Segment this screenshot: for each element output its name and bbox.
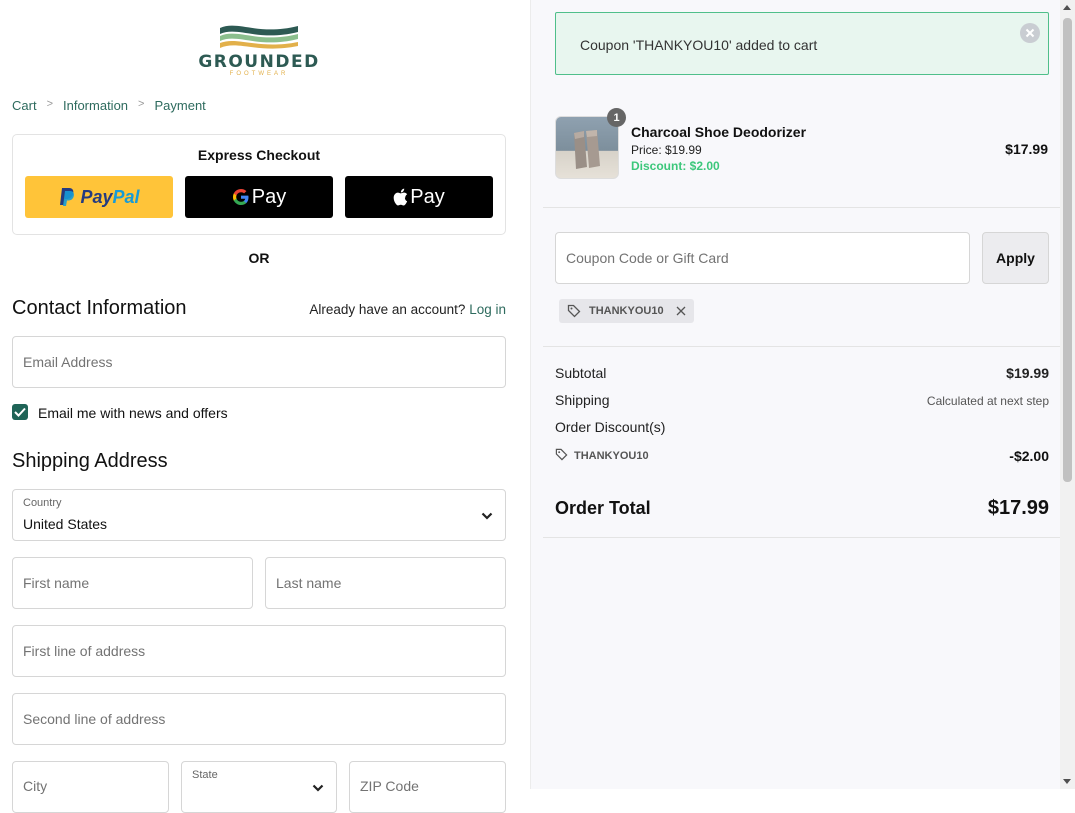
product-image — [574, 130, 600, 169]
scroll-down-arrow-icon[interactable] — [1063, 779, 1071, 784]
checkout-form-panel: GROUNDED FOOTWEAR Cart > Information > P… — [0, 0, 530, 813]
coupon-field[interactable] — [555, 232, 970, 284]
state-select[interactable]: State — [181, 761, 337, 813]
express-checkout-box: Express Checkout PayPal Pay Pay — [12, 134, 506, 235]
country-select[interactable]: Country United States — [12, 489, 506, 541]
last-name-field[interactable] — [265, 557, 506, 609]
zip-field[interactable] — [349, 761, 506, 813]
tag-icon — [555, 448, 568, 461]
divider — [543, 537, 1061, 538]
paypal-label-pay: Pay — [80, 186, 113, 207]
coupon-input[interactable] — [556, 233, 969, 283]
or-divider-label: OR — [248, 250, 270, 266]
breadcrumb-cart[interactable]: Cart — [12, 98, 37, 113]
order-total-label: Order Total — [555, 498, 651, 518]
subtotal-label: Subtotal — [555, 365, 607, 381]
chevron-down-icon — [312, 784, 324, 792]
product-discount: Discount: $2.00 — [631, 159, 720, 173]
google-pay-label: Pay — [251, 185, 287, 208]
brand-name: GROUNDED — [198, 52, 320, 72]
discount-code-row: THANKYOU10 -$2.00 — [555, 448, 1049, 464]
coupon-toast: Coupon 'THANKYOU10' added to cart — [555, 12, 1049, 75]
breadcrumb-payment[interactable]: Payment — [154, 98, 205, 113]
address-line1-input[interactable] — [13, 626, 505, 676]
breadcrumb-separator-icon: > — [138, 98, 145, 110]
paypal-button[interactable]: PayPal — [25, 176, 173, 218]
google-g-icon — [232, 189, 249, 205]
toast-close-button[interactable] — [1020, 23, 1040, 43]
remove-coupon-icon[interactable] — [676, 306, 686, 316]
first-name-field[interactable] — [12, 557, 253, 609]
order-discounts-row: Order Discount(s) — [555, 419, 1049, 435]
product-thumbnail — [555, 116, 619, 179]
paypal-label-pal: Pal — [112, 186, 140, 207]
page-scrollbar[interactable] — [1060, 0, 1075, 789]
shipping-row: Shipping Calculated at next step — [555, 392, 1049, 408]
login-link[interactable]: Log in — [469, 302, 506, 317]
shipping-label: Shipping — [555, 392, 610, 408]
product-line-total: $17.99 — [1005, 141, 1048, 157]
city-field[interactable] — [12, 761, 169, 813]
toast-message: Coupon 'THANKYOU10' added to cart — [580, 37, 818, 53]
newsletter-label[interactable]: Email me with news and offers — [38, 405, 228, 421]
breadcrumb: Cart > Information > Payment — [12, 98, 206, 113]
divider — [543, 207, 1061, 208]
apply-coupon-button[interactable]: Apply — [982, 232, 1049, 284]
apple-pay-label: Pay — [410, 185, 445, 208]
address-line1-field[interactable] — [12, 625, 506, 677]
logo-waves-icon — [220, 25, 298, 49]
brand-logo[interactable]: GROUNDED FOOTWEAR — [198, 22, 320, 84]
newsletter-checkbox[interactable] — [12, 404, 28, 420]
applied-coupon-tag: THANKYOU10 — [559, 299, 694, 323]
order-total-value: $17.99 — [987, 497, 1049, 519]
paypal-icon — [60, 188, 75, 206]
account-prompt-text: Already have an account? — [309, 302, 466, 317]
contact-section-title: Contact Information — [12, 297, 187, 319]
chevron-down-icon — [481, 512, 493, 520]
discount-value: -$2.00 — [1009, 448, 1049, 464]
google-pay-button[interactable]: Pay — [185, 176, 333, 218]
shipping-section-title: Shipping Address — [12, 450, 168, 472]
country-label: Country — [23, 497, 62, 509]
account-prompt: Already have an account? Log in — [309, 302, 506, 317]
city-input[interactable] — [13, 762, 168, 810]
tag-icon — [567, 304, 581, 318]
breadcrumb-information[interactable]: Information — [63, 98, 128, 113]
email-input[interactable] — [13, 337, 505, 387]
product-name: Charcoal Shoe Deodorizer — [631, 124, 807, 140]
email-field[interactable] — [12, 336, 506, 388]
zip-input[interactable] — [350, 762, 505, 810]
address-line2-input[interactable] — [13, 694, 505, 744]
quantity-badge: 1 — [607, 108, 626, 127]
divider — [543, 346, 1061, 347]
scroll-up-arrow-icon[interactable] — [1063, 5, 1071, 10]
scrollbar-thumb[interactable] — [1063, 18, 1072, 482]
order-discounts-label: Order Discount(s) — [555, 419, 666, 435]
discount-code: THANKYOU10 — [574, 450, 649, 462]
state-label: State — [192, 769, 218, 781]
first-name-input[interactable] — [13, 558, 252, 608]
last-name-input[interactable] — [266, 558, 505, 608]
apple-icon — [393, 188, 408, 206]
checkmark-icon — [14, 407, 26, 417]
applied-coupon-code: THANKYOU10 — [589, 305, 664, 317]
address-line2-field[interactable] — [12, 693, 506, 745]
apple-pay-button[interactable]: Pay — [345, 176, 493, 218]
country-value: United States — [23, 516, 108, 532]
order-summary-panel: Coupon 'THANKYOU10' added to cart 1 Char… — [530, 0, 1061, 789]
subtotal-value: $19.99 — [1006, 365, 1049, 381]
subtotal-row: Subtotal $19.99 — [555, 365, 1049, 381]
close-icon — [1025, 28, 1035, 38]
shipping-value: Calculated at next step — [926, 394, 1049, 408]
express-checkout-title: Express Checkout — [197, 147, 321, 163]
breadcrumb-separator-icon: > — [46, 98, 53, 110]
order-total-row: Order Total $17.99 — [555, 497, 1049, 519]
product-price: Price: $19.99 — [631, 143, 702, 157]
brand-tagline: FOOTWEAR — [229, 71, 289, 77]
